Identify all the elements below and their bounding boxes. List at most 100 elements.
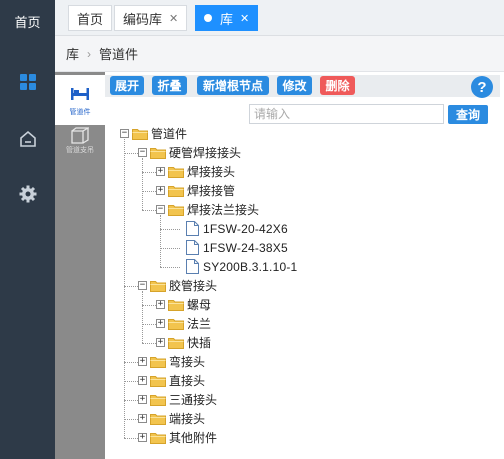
collapse-toggle-icon[interactable]: − <box>156 205 165 214</box>
folder-icon <box>150 280 166 292</box>
tree-guide-line <box>124 418 138 420</box>
tree-folder-item[interactable]: − 胶管接头 <box>138 276 217 295</box>
tree-folder-item[interactable]: + 焊接接管 <box>156 181 235 200</box>
expand-toggle-icon[interactable]: + <box>156 300 165 309</box>
tree-folder-item[interactable]: − 硬管焊接接头 <box>138 143 241 162</box>
breadcrumb-current: 管道件 <box>99 47 139 62</box>
tree-node-label[interactable]: 1FSW-20-42X6 <box>203 222 288 236</box>
tab-home[interactable]: 首页 <box>68 5 113 31</box>
tree-leaf-item[interactable]: SY200B.3.1.10-1 <box>174 257 297 276</box>
tree-node-label[interactable]: 焊接接管 <box>187 182 235 199</box>
tree-folder-item[interactable]: + 快插 <box>156 333 211 352</box>
close-icon[interactable]: ✕ <box>240 12 249 25</box>
tree-node-label[interactable]: 直接头 <box>169 372 205 389</box>
tree-guide-line <box>142 209 156 211</box>
folder-icon <box>168 337 184 349</box>
expand-toggle-icon[interactable]: + <box>156 338 165 347</box>
expand-toggle-icon[interactable]: + <box>138 376 147 385</box>
chevron-right-icon: › <box>87 46 92 61</box>
expand-toggle-icon[interactable]: + <box>138 433 147 442</box>
collapse-toggle-icon[interactable]: − <box>138 148 147 157</box>
collapse-toggle-icon[interactable]: − <box>138 281 147 290</box>
expand-toggle-icon[interactable]: + <box>156 319 165 328</box>
folder-icon <box>150 413 166 425</box>
tree-node-label[interactable]: 端接头 <box>169 410 205 427</box>
tree-folder-item[interactable]: + 三通接头 <box>138 390 217 409</box>
tab-label: 编码库 <box>123 11 163 27</box>
collapse-toggle-icon[interactable]: − <box>120 129 129 138</box>
main-sidebar: 首页 <box>0 0 55 459</box>
tree-node-label[interactable]: 硬管焊接接头 <box>169 144 241 161</box>
tree-guide-line <box>142 171 156 173</box>
tab-bar: 首页 编码库 ✕ 库 ✕ <box>55 0 504 36</box>
file-icon <box>186 240 199 255</box>
expand-toggle-icon[interactable]: + <box>138 357 147 366</box>
subnav-label: 管道支吊 <box>66 147 94 154</box>
active-dot-icon <box>204 14 212 22</box>
tree-folder-item[interactable]: + 其他附件 <box>138 428 217 447</box>
tree-folder-item[interactable]: − 焊接法兰接头 <box>156 200 259 219</box>
cube-icon <box>71 127 89 144</box>
expand-button[interactable]: 展开 <box>110 76 144 95</box>
tree-guide-line <box>124 285 138 287</box>
collapse-button[interactable]: 折叠 <box>152 76 187 95</box>
subnav-item-pipe-fittings[interactable]: 管道件 <box>55 75 105 125</box>
tree-node-label[interactable]: 1FSW-24-38X5 <box>203 241 288 255</box>
tree-node-label[interactable]: 弯接头 <box>169 353 205 370</box>
folder-icon <box>150 432 166 444</box>
file-icon <box>186 259 199 274</box>
folder-icon <box>168 204 184 216</box>
subnav-item-pipe-supports[interactable]: 管道支吊 <box>55 125 105 175</box>
expand-toggle-icon[interactable]: + <box>138 395 147 404</box>
tree-folder-item[interactable]: + 弯接头 <box>138 352 205 371</box>
tree-folder-item[interactable]: + 法兰 <box>156 314 211 333</box>
grid-icon[interactable] <box>0 73 55 91</box>
tree-node-label[interactable]: 胶管接头 <box>169 277 217 294</box>
close-icon[interactable]: ✕ <box>169 12 178 25</box>
house-icon[interactable] <box>0 129 55 149</box>
tree-folder-item[interactable]: + 螺母 <box>156 295 211 314</box>
tree-folder-item[interactable]: + 焊接接头 <box>156 162 235 181</box>
breadcrumb-root[interactable]: 库 <box>66 44 79 63</box>
tree-guide-line <box>124 138 125 438</box>
expand-toggle-icon[interactable]: + <box>156 167 165 176</box>
gear-icon[interactable] <box>0 184 55 204</box>
tree-node-label[interactable]: 螺母 <box>187 296 211 313</box>
folder-icon <box>150 147 166 159</box>
tree-guide-line <box>142 342 156 344</box>
tab-label: 库 <box>220 11 234 27</box>
content-panel: 展开 折叠 新增根节点 修改 删除 ? 查询 −管道件−硬管焊接接头+焊接接头+… <box>105 72 504 459</box>
sidebar-home-link[interactable]: 首页 <box>0 12 55 31</box>
tree-node-label[interactable]: 焊接法兰接头 <box>187 201 259 218</box>
tree-guide-line <box>124 361 138 363</box>
tree-leaf-item[interactable]: 1FSW-24-38X5 <box>174 238 288 257</box>
tab-code-library[interactable]: 编码库 ✕ <box>114 5 188 31</box>
tree-leaf-item[interactable]: 1FSW-20-42X6 <box>174 219 288 238</box>
expand-toggle-icon[interactable]: + <box>138 414 147 423</box>
tree-folder-item[interactable]: + 直接头 <box>138 371 205 390</box>
tree-folder-item[interactable]: − 管道件 <box>120 124 187 143</box>
tree-node-label[interactable]: 焊接接头 <box>187 163 235 180</box>
tree-folder-item[interactable]: + 端接头 <box>138 409 205 428</box>
tree-guide-line <box>142 290 143 343</box>
tree-node-label[interactable]: 法兰 <box>187 315 211 332</box>
tree-node-label[interactable]: 其他附件 <box>169 429 217 446</box>
tree-guide-line <box>142 190 156 192</box>
folder-icon <box>168 166 184 178</box>
folder-icon <box>132 128 148 140</box>
folder-icon <box>168 299 184 311</box>
delete-button[interactable]: 删除 <box>320 76 355 95</box>
folder-icon <box>150 356 166 368</box>
add-root-node-button[interactable]: 新增根节点 <box>197 76 269 95</box>
help-icon[interactable]: ? <box>471 76 493 98</box>
tab-library[interactable]: 库 ✕ <box>195 5 259 31</box>
expand-toggle-icon[interactable]: + <box>156 186 165 195</box>
tree-node-label[interactable]: 快插 <box>187 334 211 351</box>
tree-node-label[interactable]: 管道件 <box>151 125 187 142</box>
search-input[interactable] <box>249 104 444 124</box>
tree-node-label[interactable]: SY200B.3.1.10-1 <box>203 260 297 274</box>
bed-icon <box>71 88 89 100</box>
edit-button[interactable]: 修改 <box>277 76 312 95</box>
folder-icon <box>150 394 166 406</box>
tree-node-label[interactable]: 三通接头 <box>169 391 217 408</box>
